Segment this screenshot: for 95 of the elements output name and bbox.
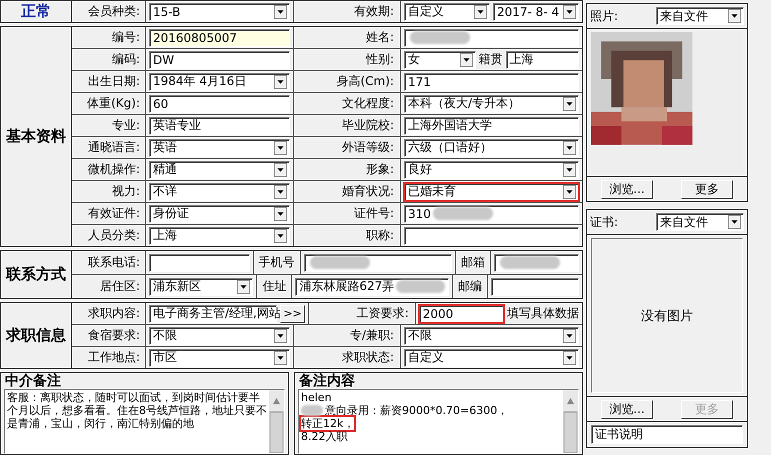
field-hint: 籍贯 bbox=[478, 51, 502, 68]
dropdown[interactable]: 六级（口语好） bbox=[404, 138, 579, 156]
field-label: 居住区: bbox=[72, 275, 146, 298]
text-field[interactable] bbox=[404, 28, 579, 46]
remarks-title: 备注内容 bbox=[298, 373, 356, 389]
dropdown[interactable]: 来自文件 bbox=[656, 213, 744, 231]
dropdown[interactable]: 女 bbox=[404, 50, 476, 68]
field-label: 视力: bbox=[72, 181, 146, 202]
field-label: 微机操作: bbox=[72, 159, 146, 180]
remarks-textarea[interactable]: 客服：离职状态，随时可以面试，到岗时间估计要半个月以后，想多看看。住在8号线芦恒路，地址只要不是青浦，宝山，闵行，南汇特别偏的地 bbox=[4, 389, 285, 454]
section-title: 基本资料 bbox=[1, 27, 72, 246]
panel-button[interactable]: 浏览... bbox=[601, 180, 653, 198]
text-field[interactable]: 上海 bbox=[506, 50, 580, 68]
text-field[interactable]: 英语专业 bbox=[149, 116, 290, 134]
text-field[interactable]: 2000 bbox=[418, 304, 504, 322]
field-label: 邮箱 bbox=[455, 251, 492, 274]
field-label: 有效证件: bbox=[72, 203, 146, 224]
text-field[interactable]: 上海外国语大学 bbox=[404, 116, 579, 134]
section-title: 求职信息 bbox=[1, 303, 72, 368]
no-image-text: 没有图片 bbox=[641, 308, 693, 324]
text-field[interactable]: 310 bbox=[404, 204, 579, 222]
panel-label: 证书: bbox=[590, 214, 618, 230]
dropdown[interactable]: 自定义 bbox=[404, 348, 579, 366]
text-field[interactable] bbox=[494, 254, 579, 272]
field-label: 出生日期: bbox=[72, 71, 146, 92]
field-label: 联系电话: bbox=[72, 251, 146, 274]
caption-field[interactable]: 证书说明 bbox=[591, 425, 743, 444]
field-label: 住址 bbox=[256, 275, 292, 298]
remark-text: helen bbox=[301, 391, 332, 404]
text-field[interactable]: 20160805007 bbox=[149, 28, 290, 46]
dropdown[interactable]: 本科（夜大/专升本） bbox=[404, 94, 579, 112]
panel-label: 照片: bbox=[590, 8, 618, 24]
section-title: 联系方式 bbox=[1, 251, 72, 298]
field-label: 编号: bbox=[72, 27, 146, 48]
field-label: 编码: bbox=[72, 49, 146, 70]
text-field[interactable] bbox=[491, 278, 579, 296]
dropdown[interactable]: 浦东新区 bbox=[149, 278, 254, 296]
dropdown[interactable]: 2017- 8- 4 bbox=[493, 2, 580, 20]
dropdown[interactable]: 已婚未育 bbox=[404, 182, 579, 200]
field-label: 证件号: bbox=[292, 203, 401, 224]
text-field[interactable]: 171 bbox=[404, 72, 579, 90]
field-label: 专业: bbox=[72, 115, 146, 136]
scrollbar[interactable] bbox=[269, 390, 284, 453]
dropdown[interactable]: 来自文件 bbox=[656, 7, 744, 25]
field-label: 专/兼职: bbox=[292, 325, 401, 346]
dropdown[interactable]: 自定义 bbox=[404, 2, 490, 20]
field-label: 有效期: bbox=[292, 1, 401, 22]
dropdown[interactable]: 精通 bbox=[149, 160, 290, 178]
dropdown[interactable]: 市区 bbox=[149, 348, 290, 366]
expand-button[interactable]: >> bbox=[280, 304, 305, 322]
remarks-title: 中介备注 bbox=[4, 373, 62, 389]
dropdown[interactable]: 15-B bbox=[149, 2, 290, 20]
field-label: 手机号 bbox=[252, 251, 301, 274]
field-label: 邮编 bbox=[452, 275, 488, 298]
highlighted-text: 转正12k， bbox=[301, 417, 354, 430]
panel-button[interactable]: 浏览... bbox=[601, 400, 653, 418]
field-label: 通晓语言: bbox=[72, 137, 146, 158]
field-label: 人员分类: bbox=[72, 225, 146, 246]
field-label: 外语等级: bbox=[292, 137, 401, 158]
text-field[interactable] bbox=[404, 226, 579, 244]
section-title: 正常 bbox=[1, 1, 72, 22]
dropdown[interactable]: 不详 bbox=[149, 182, 290, 200]
text-field[interactable] bbox=[304, 254, 452, 272]
text-field[interactable]: 60 bbox=[149, 94, 290, 112]
field-label: 姓名: bbox=[292, 27, 401, 48]
field-hint: 填写具体数据 bbox=[507, 305, 579, 322]
field-label: 性别: bbox=[292, 49, 401, 70]
field-label: 职称: bbox=[292, 225, 401, 246]
dropdown[interactable]: 英语 bbox=[149, 138, 290, 156]
text-field[interactable]: DW bbox=[149, 50, 290, 68]
dropdown[interactable]: 上海 bbox=[149, 226, 290, 244]
field-label: 形象: bbox=[292, 159, 401, 180]
field-label: 食宿要求: bbox=[72, 325, 146, 346]
dropdown[interactable]: 良好 bbox=[404, 160, 579, 178]
text-field[interactable]: 电子商务主管/经理,网站 bbox=[149, 304, 278, 322]
field-label: 会员种类: bbox=[72, 1, 146, 22]
field-label: 求职内容: bbox=[72, 303, 146, 324]
text-field[interactable]: 浦东林展路627弄 bbox=[295, 278, 450, 296]
panel-button[interactable]: 更多 bbox=[681, 180, 733, 198]
text-field[interactable] bbox=[149, 254, 250, 272]
dropdown[interactable]: 身份证 bbox=[149, 204, 290, 222]
field-label: 身高(Cm): bbox=[292, 71, 401, 92]
remark-text: 客服：离职状态，随时可以面试，到岗时间估计要半个月以后，想多看看。住在8号线芦恒路，地址只要不是青浦，宝山，闵行，南汇特别偏的地 bbox=[7, 391, 267, 430]
field-label: 工作地点: bbox=[72, 347, 146, 368]
scrollbar[interactable] bbox=[563, 390, 578, 453]
field-label: 婚育状况: bbox=[292, 181, 401, 202]
remark-text: 8.22入职 bbox=[301, 430, 348, 443]
dropdown[interactable]: 不限 bbox=[149, 326, 290, 344]
field-label: 体重(Kg): bbox=[72, 93, 146, 114]
dropdown[interactable]: 1984年 4月16日 bbox=[149, 72, 290, 90]
field-label: 工资要求: bbox=[308, 303, 416, 324]
field-label: 文化程度: bbox=[292, 93, 401, 114]
dropdown[interactable]: 不限 bbox=[404, 326, 579, 344]
field-label: 毕业院校: bbox=[292, 115, 401, 136]
field-label: 求职状态: bbox=[292, 347, 401, 368]
